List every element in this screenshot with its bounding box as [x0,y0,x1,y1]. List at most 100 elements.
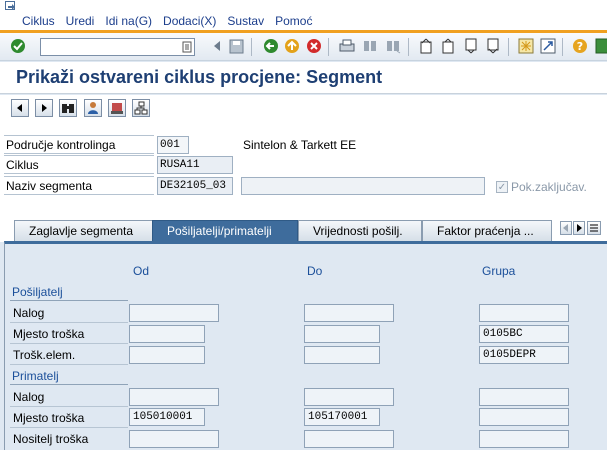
sender-cost-element-group[interactable]: 0105DEPR [479,346,569,364]
controlling-area-description: Sintelon & Tarkett EE [243,138,357,152]
sender-order-to[interactable] [304,304,394,322]
receiver-cost-object-label: Nositelj troška [13,432,89,446]
tab-segment-header[interactable]: Zaglavlje segmenta [14,220,156,241]
sender-cost-element-from[interactable] [129,346,205,364]
person-icon [88,102,98,114]
triangle-left-icon[interactable] [208,37,226,55]
back-icon[interactable] [262,37,280,55]
sender-cost-element-label: Trošk.elem. [13,348,76,362]
tab-list-button[interactable] [587,221,601,235]
receiver-cost-center-to[interactable]: 105170001 [304,408,380,426]
locked-checkbox-label: Pok.zaključav. [511,180,587,194]
receiver-cost-center-group[interactable] [479,408,569,426]
tab-tracing-factor[interactable]: Faktor praćenja ... [422,220,552,241]
tab-senders-receivers[interactable]: Pošiljatelji/primatelji [152,220,298,241]
help-icon[interactable]: ? [571,37,589,55]
sender-cost-center-to[interactable] [304,325,380,343]
find-segment-button[interactable] [59,99,77,117]
sender-section-title: Pošiljatelj [12,285,63,299]
customize-layout-icon[interactable] [593,37,607,55]
sender-cost-element-to[interactable] [304,346,380,364]
window-menu-icon[interactable] [5,1,17,12]
segment-description-field[interactable] [241,177,485,195]
column-header-to: Do [307,264,323,278]
cycle-field[interactable]: RUSA11 [157,156,233,174]
segment-name-label: Naziv segmenta [4,176,154,195]
column-header-from: Od [133,264,150,278]
checkmark-icon: ✓ [496,181,508,193]
save-icon[interactable] [227,37,245,55]
menu-idi-na[interactable]: Idi na(G) [105,14,152,28]
find-next-icon[interactable] [384,37,402,55]
receiver-section-title: Primatelj [12,369,59,383]
controlling-area-label: Područje kontrolinga [4,135,154,154]
tab-sender-values[interactable]: Vrijednosti pošilj. [298,220,422,241]
command-input[interactable] [41,40,194,56]
sender-cost-center-from[interactable] [129,325,205,343]
binoculars-icon [62,104,74,113]
triangle-right-icon [577,224,582,232]
receiver-order-from[interactable] [129,388,219,406]
receiver-order-group[interactable] [479,388,569,406]
triangle-left-icon [563,224,568,232]
cancel-icon[interactable] [305,37,323,55]
sender-cost-center-label: Mjesto troška [13,327,85,341]
arrow-left-icon [17,104,22,112]
command-field[interactable] [40,38,195,56]
application-toolbar [0,95,607,122]
svg-text:?: ? [577,40,583,53]
receiver-cost-object-group[interactable] [479,430,569,448]
column-header-group: Grupa [482,264,516,278]
previous-page-icon[interactable] [439,37,457,55]
menu-pomoc[interactable]: Pomoć [275,14,312,28]
sender-order-group[interactable] [479,304,569,322]
standard-toolbar: ? [0,33,607,61]
next-page-icon[interactable] [462,37,480,55]
locked-checkbox[interactable]: ✓ Pok.zaključav. [496,180,587,194]
record-button[interactable] [108,99,126,117]
controlling-area-field[interactable]: 001 [157,136,189,154]
user-button[interactable] [84,99,102,117]
receiver-cost-object-from[interactable] [129,430,219,448]
receiver-order-label: Nalog [13,390,45,404]
sender-cost-center-group[interactable]: 0105BC [479,325,569,343]
sender-order-label: Nalog [13,306,45,320]
exit-icon[interactable] [283,37,301,55]
print-icon[interactable] [338,37,356,55]
title-bar: Prikaži ostvareni ciklus procjene: Segme… [0,62,607,94]
sender-section-divider [10,300,128,301]
menu-sustav[interactable]: Sustav [227,14,264,28]
tab-strip: Zaglavlje segmenta Pošiljatelji/primatel… [0,200,607,242]
page-title: Prikaži ostvareni ciklus procjene: Segme… [16,67,383,87]
hierarchy-icon [134,101,148,115]
find-icon[interactable] [361,37,379,55]
tab-tracing-factor-label: Faktor praćenja ... [437,224,534,238]
arrow-right-icon [42,104,47,112]
segment-name-field[interactable]: DE32105_03 [157,177,233,195]
menu-ciklus[interactable]: Ciklus [22,14,55,28]
next-segment-button[interactable] [35,99,53,117]
receiver-section-divider [10,384,128,385]
last-page-icon[interactable] [484,37,502,55]
receiver-cost-center-from[interactable]: 105010001 [129,408,205,426]
receiver-order-to[interactable] [304,388,394,406]
receiver-cost-center-label: Mjesto troška [13,411,85,425]
previous-segment-button[interactable] [11,99,29,117]
menu-uredi[interactable]: Uredi [66,14,95,28]
tab-senders-receivers-label: Pošiljatelji/primatelji [167,224,272,238]
first-page-icon[interactable] [417,37,435,55]
command-history-icon[interactable] [182,41,192,53]
tab-segment-header-label: Zaglavlje segmenta [29,224,134,238]
tab-scroll-left-button[interactable] [560,221,572,235]
tab-sender-values-label: Vrijednosti pošilj. [313,224,403,238]
sender-order-from[interactable] [129,304,219,322]
cycle-label: Ciklus [4,155,154,174]
tab-list-icon [590,224,598,232]
hierarchy-button[interactable] [132,99,150,117]
shortcut-icon[interactable] [539,37,557,55]
receiver-cost-object-to[interactable] [304,430,394,448]
enter-check-icon[interactable] [9,37,27,55]
menu-dodaci[interactable]: Dodaci(X) [163,14,216,28]
tab-scroll-right-button[interactable] [573,221,585,235]
new-session-icon[interactable] [517,37,535,55]
